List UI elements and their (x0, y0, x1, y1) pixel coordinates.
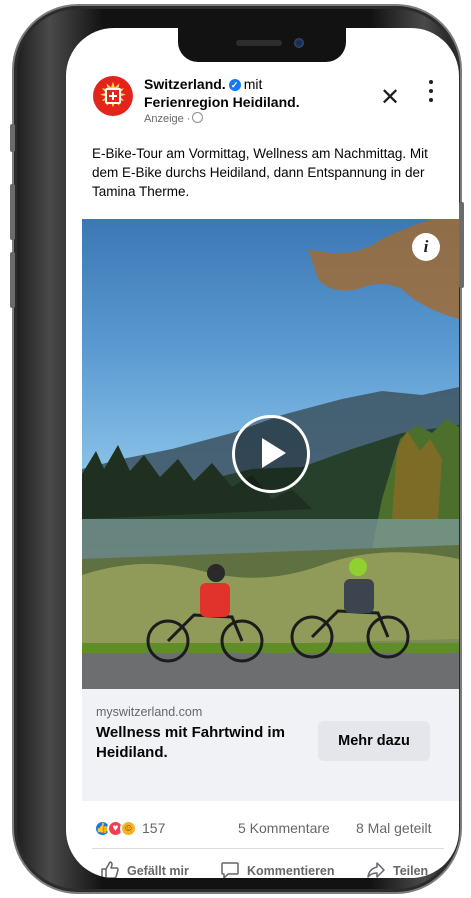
share-icon (367, 862, 385, 878)
phone-frame: ✹ Switzerland.✓mit Ferienregion Heidilan… (10, 6, 464, 892)
page-name[interactable]: Switzerland. (144, 76, 226, 92)
volume-down-button (10, 252, 15, 308)
partner-page-name[interactable]: Ferienregion Heidiland. (144, 94, 300, 110)
comment-icon (221, 862, 239, 878)
like-button[interactable]: Gefällt mir (100, 860, 189, 878)
globe-icon (192, 112, 204, 123)
page-name-line: Switzerland. ✓ mit (144, 76, 262, 92)
care-reaction-icon: ☺ (120, 820, 137, 837)
close-icon[interactable]: ✕ (380, 84, 400, 110)
sponsored-line: Anzeige · (144, 112, 204, 125)
speaker (236, 40, 282, 46)
more-options-icon[interactable] (428, 80, 434, 110)
learn-more-button[interactable]: Mehr dazu (318, 721, 430, 761)
page-avatar[interactable]: ✹ (93, 76, 133, 116)
comment-label: Kommentieren (247, 864, 335, 878)
notch (178, 28, 346, 62)
camera (294, 38, 304, 48)
post-actions: Gefällt mir Kommentieren Teilen (92, 856, 444, 878)
power-button (459, 202, 464, 288)
info-icon[interactable]: i (412, 233, 440, 261)
comments-count[interactable]: 5 Kommentare (238, 820, 330, 836)
share-label: Teilen (393, 864, 429, 878)
shares-count[interactable]: 8 Mal geteilt (356, 820, 431, 836)
link-domain: myswitzerland.com (96, 705, 203, 719)
volume-up-button (10, 184, 15, 240)
share-button[interactable]: Teilen (366, 860, 428, 878)
reactions-summary[interactable]: 👍 ♥ ☺ 157 5 Kommentare 8 Mal geteilt (94, 818, 454, 840)
mute-switch (10, 124, 15, 152)
verified-badge-icon: ✓ (228, 79, 241, 91)
like-label: Gefällt mir (127, 864, 189, 878)
comment-button[interactable]: Kommentieren (220, 860, 335, 878)
thumbs-up-icon (101, 861, 119, 878)
reactions-count[interactable]: 157 (142, 820, 165, 836)
link-preview-bar[interactable]: myswitzerland.com Wellness mit Fahrtwind… (82, 689, 459, 801)
link-headline: Wellness mit Fahrtwind im Heidiland. (96, 724, 285, 761)
phone-screen: ✹ Switzerland.✓mit Ferienregion Heidilan… (66, 28, 459, 878)
video-player[interactable]: i (82, 219, 459, 689)
swiss-cross-icon (105, 88, 121, 104)
with-label: mit (243, 76, 263, 92)
post-caption: E-Bike-Tour am Vormittag, Wellness am Na… (92, 146, 428, 199)
divider (92, 848, 444, 849)
sponsored-label: Anzeige · (144, 113, 191, 125)
play-icon[interactable] (232, 415, 310, 493)
